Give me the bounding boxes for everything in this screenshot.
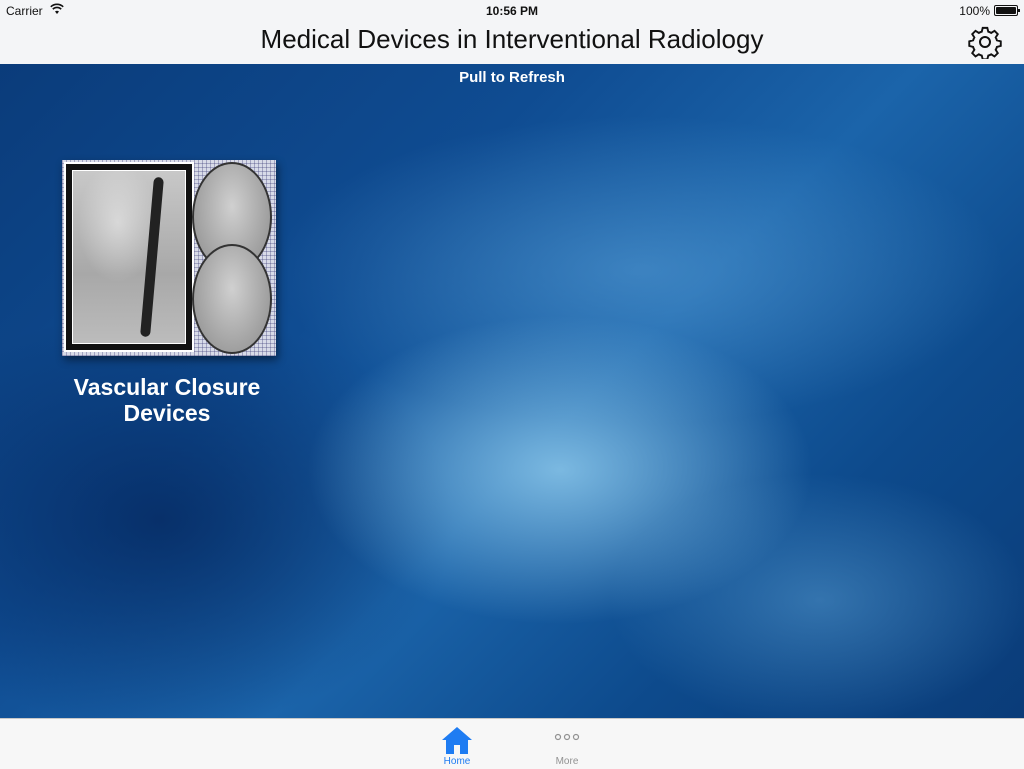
battery-icon	[994, 5, 1020, 16]
tile-label: Vascular Closure Devices	[73, 374, 261, 426]
settings-button[interactable]	[968, 25, 1002, 61]
xray-inset-bottom	[192, 244, 272, 354]
tile-vascular-closure-devices[interactable]: Vascular Closure Devices	[62, 160, 276, 426]
gear-icon	[968, 26, 1002, 61]
tab-home[interactable]: Home	[417, 719, 497, 769]
tab-more-label: More	[555, 756, 579, 767]
pull-to-refresh-label: Pull to Refresh	[459, 69, 565, 86]
status-bar: Carrier 10:56 PM 100%	[0, 0, 1024, 20]
tab-home-label: Home	[443, 756, 471, 767]
top-bar: Carrier 10:56 PM 100% Medical Devices in…	[0, 0, 1024, 64]
home-icon	[442, 727, 472, 754]
battery-percentage: 100%	[959, 4, 990, 18]
more-icon	[554, 733, 580, 741]
tab-more[interactable]: More	[527, 719, 607, 769]
xray-image-frame	[64, 162, 194, 352]
tab-bar: Home More	[0, 718, 1024, 769]
status-time: 10:56 PM	[485, 4, 539, 18]
page-title: Medical Devices in Interventional Radiol…	[260, 24, 764, 54]
angiography-xray-thumbnail	[62, 160, 276, 356]
